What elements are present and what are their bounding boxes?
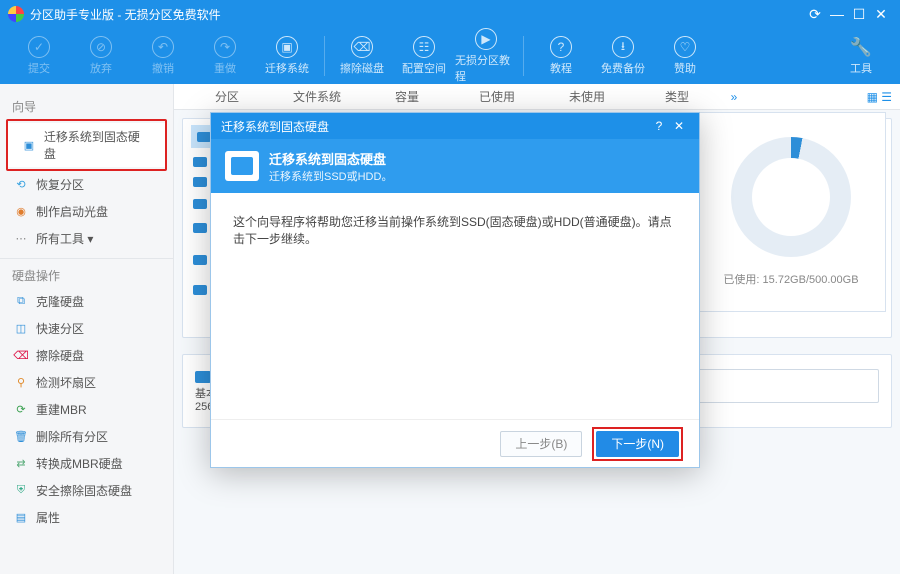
disk-icon <box>197 132 211 142</box>
toolbar-重做: ↷重做 <box>194 36 256 76</box>
toolbar-icon: ♡ <box>674 36 696 58</box>
column-未使用[interactable]: 未使用 <box>542 88 632 105</box>
column-分区[interactable]: 分区 <box>182 88 272 105</box>
sidebar-icon: ▣ <box>22 138 36 152</box>
close-button[interactable]: ✕ <box>870 3 892 25</box>
disk-icon <box>193 199 207 209</box>
window-title: 分区助手专业版 - 无损分区免费软件 <box>30 6 221 23</box>
sidebar-icon: ⧉ <box>14 295 28 309</box>
banner-title: 迁移系统到固态硬盘 <box>269 149 392 168</box>
sidebar-icon: ◉ <box>14 205 28 219</box>
column-文件系统[interactable]: 文件系统 <box>272 88 362 105</box>
grid-view-icon[interactable]: ▦ ☰ <box>867 90 892 104</box>
sidebar: 向导 ▣迁移系统到固态硬盘 ⟲恢复分区◉制作启动光盘⋯所有工具 ▾ 硬盘操作 ⧉克… <box>0 84 174 574</box>
dialog-footer: 上一步(B) 下一步(N) <box>211 419 699 467</box>
minimize-button[interactable]: — <box>826 3 848 25</box>
sidebar-item-属性[interactable]: ▤属性 <box>0 504 173 531</box>
dialog-text: 这个向导程序将帮助您迁移当前操作系统到SSD(固态硬盘)或HDD(普通硬盘)。请… <box>233 215 672 246</box>
sidebar-icon: ⋯ <box>14 232 28 246</box>
dialog-banner: 迁移系统到固态硬盘 迁移系统到SSD或HDD。 <box>211 139 699 193</box>
sidebar-item-恢复分区[interactable]: ⟲恢复分区 <box>0 171 173 198</box>
toolbar-无损分区教程[interactable]: ▶无损分区教程 <box>455 28 517 84</box>
disk-icon <box>195 371 211 383</box>
sidebar-item-检测坏扇区[interactable]: ⚲检测坏扇区 <box>0 369 173 396</box>
toolbar-icon: ⊘ <box>90 36 112 58</box>
banner-subtitle: 迁移系统到SSD或HDD。 <box>269 168 392 184</box>
sidebar-item-克隆硬盘[interactable]: ⧉克隆硬盘 <box>0 288 173 315</box>
sidebar-icon: ⚲ <box>14 376 28 390</box>
maximize-button[interactable]: ☐ <box>848 3 870 25</box>
dialog-title: 迁移系统到固态硬盘 <box>221 118 329 135</box>
highlight-next: 下一步(N) <box>592 427 683 461</box>
usage-label: 已使用: 15.72GB/500.00GB <box>723 271 858 287</box>
tools-label: 工具 <box>850 60 872 76</box>
column-已使用[interactable]: 已使用 <box>452 88 542 105</box>
toolbar-免费备份[interactable]: ⭳免费备份 <box>592 36 654 76</box>
refresh-icon[interactable]: ⟳ <box>804 3 826 25</box>
disk-icon <box>193 177 207 187</box>
sidebar-icon: ⌫ <box>14 349 28 363</box>
next-button[interactable]: 下一步(N) <box>596 431 679 457</box>
toolbar-赞助[interactable]: ♡赞助 <box>654 36 716 76</box>
titlebar: 分区助手专业版 - 无损分区免费软件 ⟳ — ☐ ✕ <box>0 0 900 28</box>
dialog-body: 这个向导程序将帮助您迁移当前操作系统到SSD(固态硬盘)或HDD(普通硬盘)。请… <box>211 193 699 419</box>
sidebar-icon: ▤ <box>14 511 28 525</box>
sidebar-item-擦除硬盘[interactable]: ⌫擦除硬盘 <box>0 342 173 369</box>
sidebar-item-迁移系统到固态硬盘[interactable]: ▣迁移系统到固态硬盘 <box>8 123 165 167</box>
migrate-icon <box>225 151 259 181</box>
toolbar-教程[interactable]: ?教程 <box>530 36 592 76</box>
toolbar-icon: ⌫ <box>351 36 373 58</box>
main-toolbar: ✓提交⊘放弃↶撤销↷重做▣迁移系统 ⌫擦除磁盘☷配置空间▶无损分区教程 ?教程⭳免费… <box>0 28 900 84</box>
sidebar-item-删除所有分区[interactable]: 🗑删除所有分区 <box>0 423 173 450</box>
disk-icon <box>193 157 207 167</box>
sidebar-section-wizard: 向导 <box>0 92 173 119</box>
column-headers: 分区文件系统容量已使用未使用类型» ▦ ☰ <box>174 84 900 110</box>
help-icon[interactable]: ? <box>649 119 669 133</box>
toolbar-icon: ▣ <box>276 36 298 58</box>
sidebar-item-快速分区[interactable]: ◫快速分区 <box>0 315 173 342</box>
toolbar-迁移系统[interactable]: ▣迁移系统 <box>256 36 318 76</box>
sidebar-section-disk-ops: 硬盘操作 <box>0 258 173 288</box>
disk-icon <box>193 223 207 233</box>
sidebar-item-安全擦除固态硬盘[interactable]: ⛨安全擦除固态硬盘 <box>0 477 173 504</box>
toolbar-icon: ☷ <box>413 36 435 58</box>
migrate-dialog: 迁移系统到固态硬盘 ? ✕ 迁移系统到固态硬盘 迁移系统到SSD或HDD。 这个… <box>210 112 700 468</box>
sidebar-item-所有工具 ▾[interactable]: ⋯所有工具 ▾ <box>0 225 173 252</box>
toolbar-icon: ↶ <box>152 36 174 58</box>
sidebar-icon: ⛨ <box>14 484 28 498</box>
toolbar-icon: ⭳ <box>612 36 634 58</box>
sidebar-icon: 🗑 <box>14 430 28 444</box>
disk-icon <box>193 285 207 295</box>
prev-button[interactable]: 上一步(B) <box>500 431 582 457</box>
sidebar-item-转换成MBR硬盘[interactable]: ⇄转换成MBR硬盘 <box>0 450 173 477</box>
toolbar-icon: ↷ <box>214 36 236 58</box>
toolbar-icon: ✓ <box>28 36 50 58</box>
column-类型[interactable]: 类型 <box>632 88 722 105</box>
toolbar-提交: ✓提交 <box>8 36 70 76</box>
column-容量[interactable]: 容量 <box>362 88 452 105</box>
wrench-icon: 🔧 <box>850 36 872 58</box>
sidebar-icon: ⟲ <box>14 178 28 192</box>
toolbar-icon: ? <box>550 36 572 58</box>
dialog-close-button[interactable]: ✕ <box>669 119 689 133</box>
toolbar-icon: ▶ <box>475 28 497 50</box>
sidebar-icon: ◫ <box>14 322 28 336</box>
usage-donut-icon <box>731 137 851 257</box>
toolbar-放弃: ⊘放弃 <box>70 36 132 76</box>
tools-button[interactable]: 🔧 工具 <box>830 36 892 76</box>
sidebar-icon: ⇄ <box>14 457 28 471</box>
chevron-right-icon[interactable]: » <box>722 90 746 104</box>
usage-pane: 已使用: 15.72GB/500.00GB <box>696 112 886 312</box>
toolbar-擦除磁盘[interactable]: ⌫擦除磁盘 <box>331 36 393 76</box>
app-logo-icon <box>8 6 24 22</box>
disk-icon <box>193 255 207 265</box>
sidebar-item-重建MBR[interactable]: ⟳重建MBR <box>0 396 173 423</box>
sidebar-icon: ⟳ <box>14 403 28 417</box>
toolbar-配置空间[interactable]: ☷配置空间 <box>393 36 455 76</box>
sidebar-item-制作启动光盘[interactable]: ◉制作启动光盘 <box>0 198 173 225</box>
dialog-titlebar: 迁移系统到固态硬盘 ? ✕ <box>211 113 699 139</box>
toolbar-撤销: ↶撤销 <box>132 36 194 76</box>
